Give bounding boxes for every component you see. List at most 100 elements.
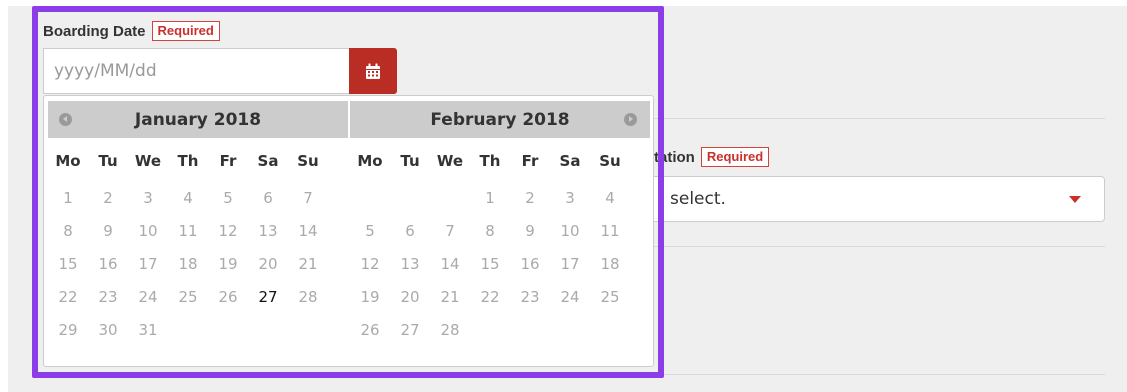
day-cell[interactable]: 3 bbox=[550, 182, 590, 215]
month-panel-february: February 2018 Mo Tu We Th Fr Sa Su 1 2 3 4 5 6 7 8 9 10… bbox=[350, 101, 650, 347]
divider bbox=[646, 246, 1105, 247]
prev-month-icon[interactable] bbox=[59, 113, 72, 126]
divider bbox=[646, 374, 1105, 375]
day-grid: 1 2 3 4 5 6 7 8 9 10 11 12 13 14 15 16 17 18 19 20 21 22 23 24 2… bbox=[48, 182, 348, 347]
day-cell[interactable]: 28 bbox=[430, 314, 470, 347]
boarding-date-label: Boarding Date Required bbox=[43, 21, 220, 41]
day-cell[interactable]: 15 bbox=[470, 248, 510, 281]
day-cell[interactable]: 7 bbox=[430, 215, 470, 248]
required-badge: Required bbox=[700, 147, 770, 167]
month-title: January 2018 bbox=[134, 109, 262, 130]
month-title: February 2018 bbox=[430, 109, 570, 130]
day-cell[interactable]: 25 bbox=[168, 281, 208, 314]
weekday-label: Sa bbox=[559, 152, 581, 170]
day-cell[interactable]: 8 bbox=[470, 215, 510, 248]
day-cell[interactable]: 11 bbox=[590, 215, 630, 248]
date-picker: January 2018 Mo Tu We Th Fr Sa Su 1 2 3 4 5 6 7 8 9 10 1… bbox=[43, 95, 654, 367]
day-cell[interactable]: 21 bbox=[430, 281, 470, 314]
weekday-label: Th bbox=[177, 152, 199, 170]
weekday-label: Sa bbox=[257, 152, 279, 170]
weekday-label: We bbox=[436, 152, 464, 170]
day-cell[interactable]: 29 bbox=[48, 314, 88, 347]
day-cell[interactable]: 6 bbox=[248, 182, 288, 215]
day-cell[interactable]: 26 bbox=[208, 281, 248, 314]
day-cell[interactable]: 13 bbox=[248, 215, 288, 248]
weekday-label: We bbox=[134, 152, 162, 170]
boarding-date-label-text: Boarding Date bbox=[43, 23, 146, 40]
day-cell[interactable]: 18 bbox=[590, 248, 630, 281]
day-cell[interactable]: 20 bbox=[248, 248, 288, 281]
day-cell[interactable]: 23 bbox=[510, 281, 550, 314]
weekday-label: Th bbox=[479, 152, 501, 170]
weekday-label: Tu bbox=[98, 152, 118, 170]
day-cell[interactable]: 14 bbox=[430, 248, 470, 281]
day-cell[interactable]: 27 bbox=[248, 281, 288, 314]
day-cell[interactable]: 13 bbox=[390, 248, 430, 281]
weekday-label: Mo bbox=[357, 152, 383, 170]
day-cell[interactable]: 22 bbox=[470, 281, 510, 314]
day-cell[interactable]: 24 bbox=[550, 281, 590, 314]
day-cell[interactable]: 9 bbox=[88, 215, 128, 248]
weekday-label: Mo bbox=[55, 152, 81, 170]
day-cell[interactable]: 6 bbox=[390, 215, 430, 248]
weekday-label: Tu bbox=[400, 152, 420, 170]
calendar-icon bbox=[366, 63, 380, 79]
month-header: February 2018 bbox=[350, 101, 650, 138]
day-cell[interactable]: 24 bbox=[128, 281, 168, 314]
day-cell[interactable]: 1 bbox=[470, 182, 510, 215]
day-cell[interactable]: 28 bbox=[288, 281, 328, 314]
weekday-label: Su bbox=[599, 152, 621, 170]
station-select-value: select. bbox=[670, 189, 726, 209]
day-cell[interactable]: 30 bbox=[88, 314, 128, 347]
day-cell[interactable]: 18 bbox=[168, 248, 208, 281]
day-cell[interactable]: 8 bbox=[48, 215, 88, 248]
day-cell[interactable]: 23 bbox=[88, 281, 128, 314]
day-cell[interactable]: 31 bbox=[128, 314, 168, 347]
day-cell[interactable]: 17 bbox=[128, 248, 168, 281]
day-grid: 1 2 3 4 5 6 7 8 9 10 11 12 13 14 15 16 17 18 19 20 21 22 23 24 2… bbox=[350, 182, 650, 347]
weekday-label: Su bbox=[297, 152, 319, 170]
day-cell[interactable]: 11 bbox=[168, 215, 208, 248]
station-select[interactable]: select. bbox=[646, 176, 1105, 222]
day-cell[interactable]: 19 bbox=[350, 281, 390, 314]
boarding-date-input[interactable] bbox=[43, 48, 350, 94]
required-badge: Required bbox=[151, 21, 220, 41]
day-cell[interactable]: 4 bbox=[168, 182, 208, 215]
day-cell[interactable]: 3 bbox=[128, 182, 168, 215]
month-panel-january: January 2018 Mo Tu We Th Fr Sa Su 1 2 3 4 5 6 7 8 9 10 1… bbox=[48, 101, 348, 347]
month-header: January 2018 bbox=[48, 101, 348, 138]
day-cell[interactable]: 21 bbox=[288, 248, 328, 281]
day-cell[interactable]: 19 bbox=[208, 248, 248, 281]
divider bbox=[646, 118, 1105, 119]
day-cell[interactable]: 20 bbox=[390, 281, 430, 314]
weekday-label: Fr bbox=[521, 152, 539, 170]
day-cell[interactable]: 16 bbox=[510, 248, 550, 281]
day-cell[interactable]: 12 bbox=[208, 215, 248, 248]
day-cell[interactable]: 22 bbox=[48, 281, 88, 314]
caret-down-icon bbox=[1069, 196, 1081, 203]
day-cell[interactable]: 1 bbox=[48, 182, 88, 215]
day-cell[interactable]: 5 bbox=[208, 182, 248, 215]
day-cell[interactable]: 16 bbox=[88, 248, 128, 281]
day-cell[interactable]: 14 bbox=[288, 215, 328, 248]
weekday-row: Mo Tu We Th Fr Sa Su bbox=[350, 150, 650, 172]
weekday-row: Mo Tu We Th Fr Sa Su bbox=[48, 150, 348, 172]
day-cell[interactable]: 12 bbox=[350, 248, 390, 281]
calendar-button[interactable] bbox=[349, 48, 397, 94]
day-cell[interactable]: 25 bbox=[590, 281, 630, 314]
day-cell[interactable]: 10 bbox=[550, 215, 590, 248]
day-cell[interactable]: 15 bbox=[48, 248, 88, 281]
day-cell[interactable]: 10 bbox=[128, 215, 168, 248]
day-cell[interactable]: 2 bbox=[510, 182, 550, 215]
day-cell[interactable]: 7 bbox=[288, 182, 328, 215]
day-cell[interactable]: 9 bbox=[510, 215, 550, 248]
weekday-label: Fr bbox=[219, 152, 237, 170]
next-month-icon[interactable] bbox=[624, 113, 637, 126]
day-cell[interactable]: 5 bbox=[350, 215, 390, 248]
day-cell[interactable]: 17 bbox=[550, 248, 590, 281]
day-cell[interactable]: 27 bbox=[390, 314, 430, 347]
day-cell[interactable]: 2 bbox=[88, 182, 128, 215]
day-cell[interactable]: 26 bbox=[350, 314, 390, 347]
station-label: Station Required bbox=[644, 147, 770, 167]
day-cell[interactable]: 4 bbox=[590, 182, 630, 215]
